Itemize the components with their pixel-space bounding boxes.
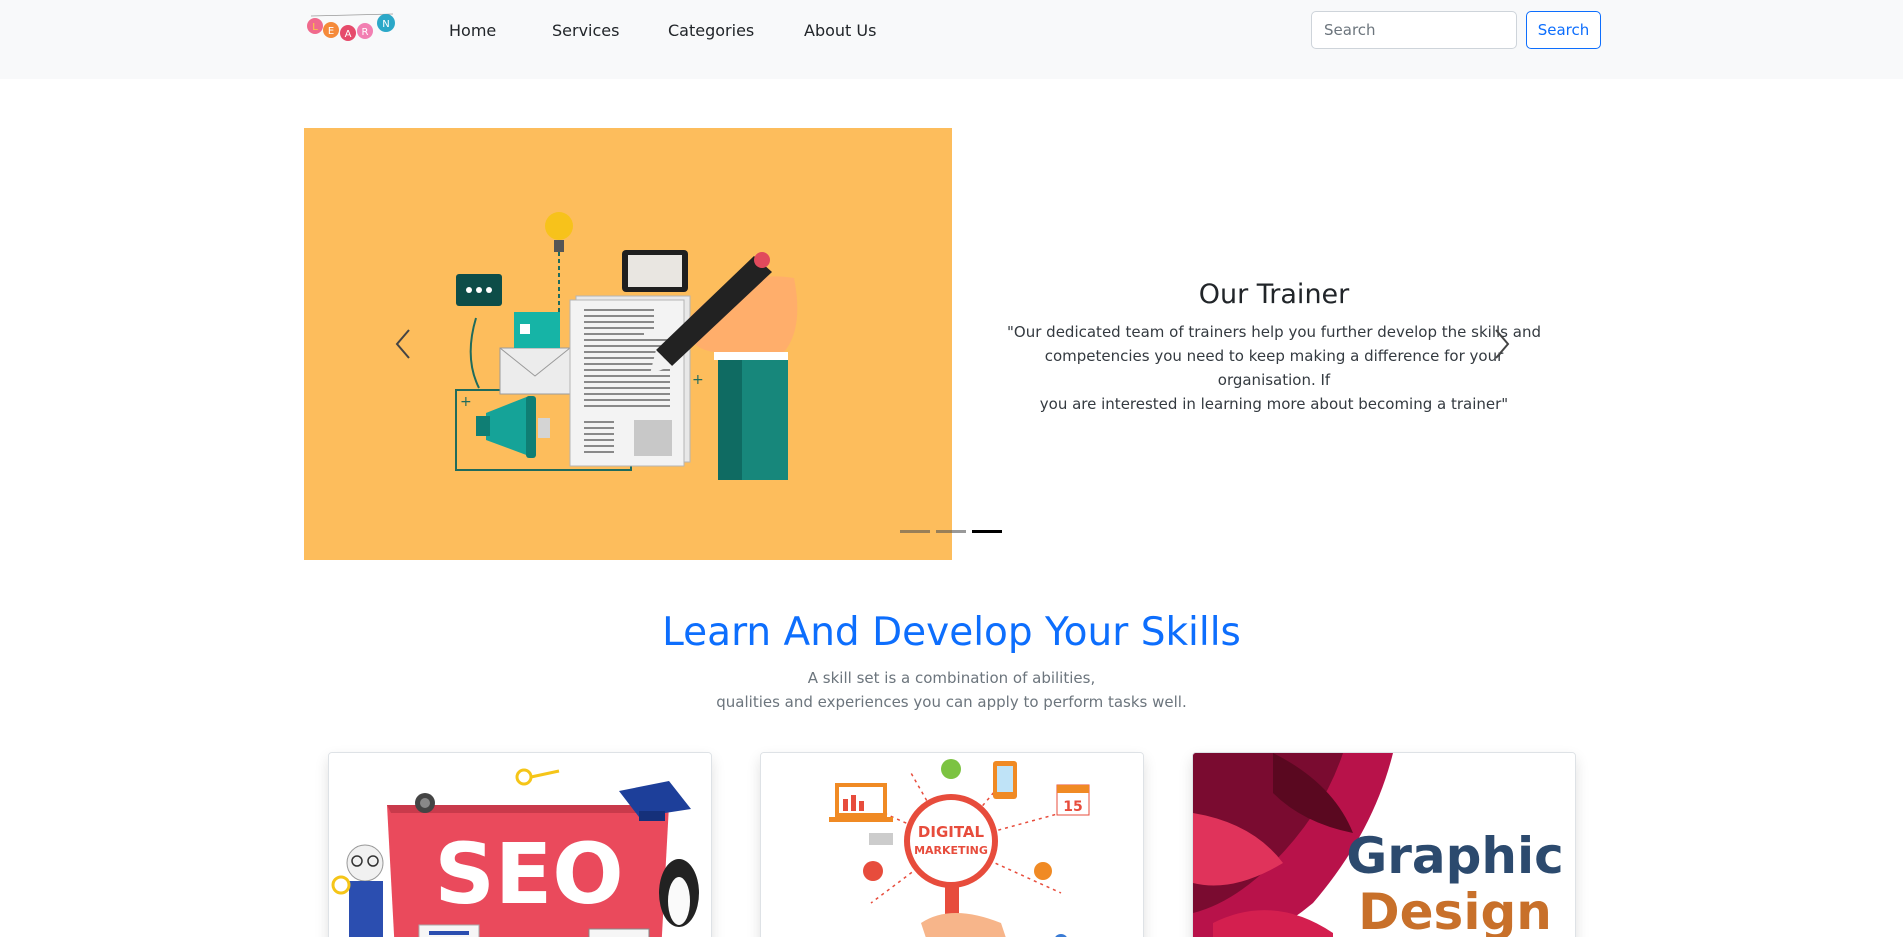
carousel-indicator-2[interactable] (936, 530, 966, 533)
slide-description: "Our dedicated team of trainers help you… (994, 320, 1554, 416)
graphic-design-card[interactable]: Graphic Design (1192, 752, 1576, 937)
nav-categories-link[interactable]: Categories (668, 20, 754, 42)
carousel-indicator-3[interactable] (972, 530, 1002, 533)
learn-logo[interactable]: L E A R N (303, 6, 403, 46)
carousel-indicators (900, 530, 1002, 533)
slide-title: Our Trainer (1198, 279, 1350, 310)
graphic-design-illustration: Graphic Design (1193, 753, 1575, 937)
logo-letter: A (345, 29, 352, 40)
chevron-left-icon (395, 329, 410, 359)
nav-about-us-link[interactable]: About Us (804, 20, 876, 42)
trainer-carousel: + + Our Trainer "Our dedicated team of t… (304, 128, 1600, 560)
seo-illustration: SEO (329, 753, 711, 937)
carousel-next-button[interactable] (1486, 322, 1516, 366)
search-input[interactable] (1311, 11, 1517, 49)
skills-subtitle-line: A skill set is a combination of abilitie… (807, 669, 1096, 687)
digital-title: DIGITAL (918, 823, 985, 841)
logo-letter: N (382, 19, 389, 30)
navbar: L E A R N Home Services Categories About… (0, 0, 1903, 79)
graphic-title: Graphic (1346, 827, 1564, 885)
marketing-title: MARKETING (914, 844, 988, 857)
skills-heading: Learn And Develop Your Skills (662, 610, 1241, 655)
seo-title: SEO (434, 825, 623, 923)
slide-description-line: competencies you need to keep making a d… (1044, 347, 1504, 389)
nav-services-link[interactable]: Services (552, 20, 619, 42)
seo-card[interactable]: SEO (328, 752, 712, 937)
digital-marketing-illustration: 15 DIGITAL MARKETING (761, 753, 1143, 937)
digital-marketing-card[interactable]: 15 DIGITAL MARKETING (760, 752, 1144, 937)
search-button[interactable]: Search (1526, 11, 1601, 49)
carousel-prev-button[interactable] (389, 322, 419, 366)
svg-text:+: + (692, 372, 704, 388)
logo-letter: E (328, 26, 334, 37)
carousel-indicator-1[interactable] (900, 530, 930, 533)
skills-subtitle-line: qualities and experiences you can apply … (716, 693, 1187, 711)
skills-subtitle: A skill set is a combination of abilitie… (0, 666, 1903, 714)
nav-home-link[interactable]: Home (449, 20, 496, 42)
design-title: Design (1358, 883, 1552, 937)
chevron-right-icon (1495, 329, 1510, 359)
logo-letter: R (362, 27, 369, 38)
svg-text:+: + (460, 394, 472, 410)
slide-description-line: "Our dedicated team of trainers help you… (1007, 323, 1541, 341)
calendar-date: 15 (1063, 799, 1082, 815)
slide-description-line: you are interested in learning more abou… (1039, 395, 1509, 413)
logo-letter: L (312, 22, 318, 33)
slide-caption: Our Trainer "Our dedicated team of train… (994, 278, 1554, 416)
